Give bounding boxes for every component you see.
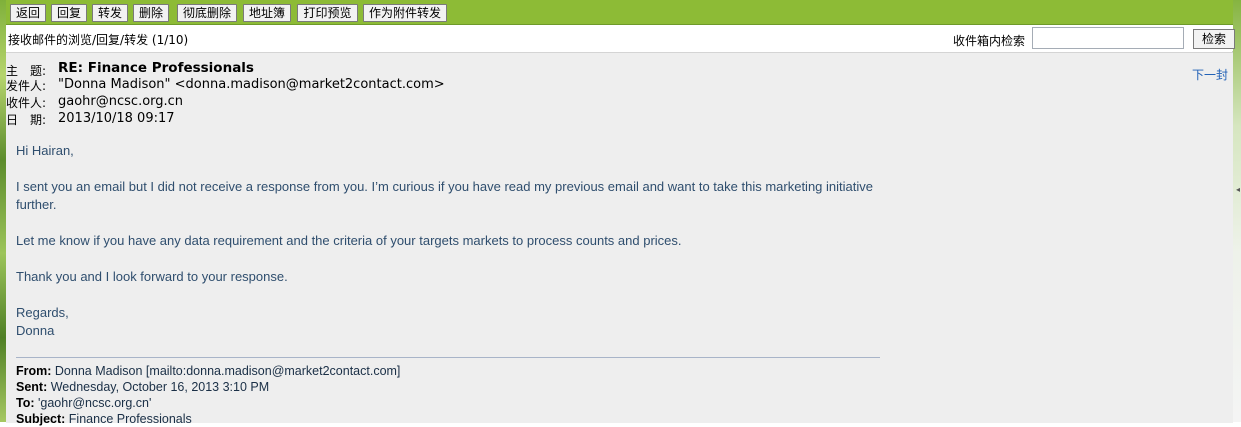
message-pane: 主 题: RE: Finance Professionals 发件人: "Don…	[6, 52, 1233, 426]
to-label: 收件人:	[6, 96, 47, 110]
quoted-to: 'gaohr@ncsc.org.cn'	[38, 396, 152, 410]
quoted-subject-label: Subject:	[16, 412, 66, 426]
print-preview-button[interactable]: 打印预览	[297, 4, 358, 22]
quoted-from: Donna Madison [mailto:donna.madison@mark…	[54, 364, 401, 378]
message-date: 2013/10/18 09:17	[58, 111, 175, 126]
quoted-to-label: To:	[16, 396, 35, 410]
signature: Donna	[16, 323, 55, 338]
body-paragraph-2: Let me know if you have any data require…	[16, 233, 682, 248]
scrollbar[interactable]	[1232, 0, 1241, 422]
sender: "Donna Madison" <donna.madison@market2co…	[58, 77, 445, 92]
forward-as-attachment-button[interactable]: 作为附件转发	[363, 4, 447, 22]
quoted-subject-row: Subject: Finance Professionals	[16, 411, 192, 427]
date-label: 日 期:	[6, 113, 47, 127]
quoted-to-row: To: 'gaohr@ncsc.org.cn'	[16, 395, 151, 411]
quote-divider	[16, 357, 880, 358]
quoted-sent-row: Sent: Wednesday, October 16, 2013 3:10 P…	[16, 379, 269, 395]
search-button[interactable]: 检索	[1193, 29, 1235, 49]
quoted-from-row: From: Donna Madison [mailto:donna.madiso…	[16, 363, 400, 379]
greeting: Hi Hairan,	[16, 143, 74, 158]
from-label: 发件人:	[6, 79, 47, 93]
search-input[interactable]	[1032, 27, 1184, 49]
search-label: 收件箱内检索	[953, 34, 1026, 48]
scroll-arrow-icon[interactable]: ◂	[1236, 185, 1240, 194]
regards: Regards,	[16, 305, 69, 320]
quoted-from-label: From:	[16, 364, 52, 378]
next-message-link[interactable]: 下一封	[1192, 66, 1228, 83]
breadcrumb: 接收邮件的浏览/回复/转发 (1/10)	[8, 33, 189, 47]
forward-button[interactable]: 转发	[92, 4, 128, 22]
quoted-sent-label: Sent:	[16, 380, 48, 394]
mail-toolbar: 返回 回复 转发 删除 彻底删除 地址簿 打印预览 作为附件转发	[6, 0, 1233, 25]
address-book-button[interactable]: 地址簿	[243, 4, 291, 22]
quoted-subject: Finance Professionals	[68, 412, 192, 426]
body-paragraph-1: I sent you an email but I did not receiv…	[16, 179, 873, 212]
recipient: gaohr@ncsc.org.cn	[58, 94, 184, 109]
reply-button[interactable]: 回复	[51, 4, 87, 22]
quoted-sent: Wednesday, October 16, 2013 3:10 PM	[50, 380, 270, 394]
info-bar: 接收邮件的浏览/回复/转发 (1/10) 收件箱内检索 检索	[6, 25, 1235, 51]
body-paragraph-3: Thank you and I look forward to your res…	[16, 269, 288, 284]
back-button[interactable]: 返回	[10, 4, 46, 22]
message-subject: RE: Finance Professionals	[58, 60, 254, 76]
permanent-delete-button[interactable]: 彻底删除	[177, 4, 237, 22]
delete-button[interactable]: 删除	[133, 4, 169, 22]
